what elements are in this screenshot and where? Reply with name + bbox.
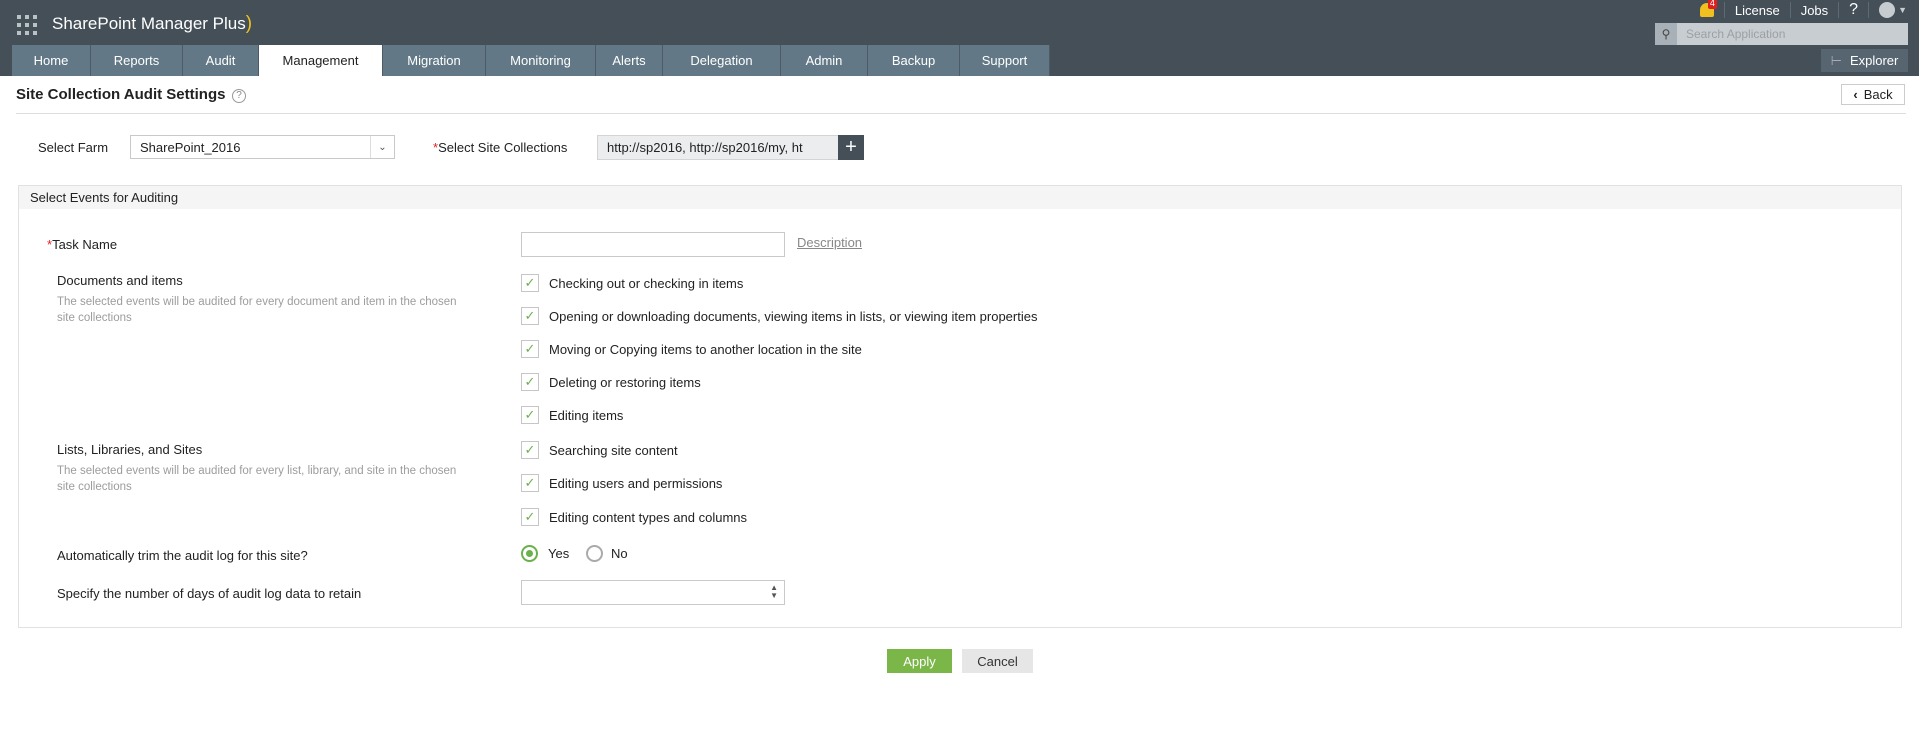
site-collections-label: *Select Site Collections — [433, 140, 567, 155]
checkbox[interactable]: ✓ — [521, 508, 539, 526]
checkbox[interactable]: ✓ — [521, 307, 539, 325]
tab-support[interactable]: Support — [960, 45, 1050, 76]
help-icon[interactable]: ? — [232, 89, 246, 103]
cancel-button[interactable]: Cancel — [962, 649, 1033, 673]
farm-label: Select Farm — [38, 140, 109, 155]
event-label: Editing content types and columns — [549, 510, 748, 525]
page-title: Site Collection Audit Settings — [16, 86, 226, 103]
spinner-arrows-icon[interactable]: ▲ ▼ — [770, 584, 778, 600]
tree-icon: ⊢ — [1830, 52, 1842, 68]
tab-management[interactable]: Management — [259, 45, 383, 76]
checkbox[interactable]: ✓ — [521, 373, 539, 391]
checkbox[interactable]: ✓ — [521, 340, 539, 358]
section-title: Select Events for Auditing — [19, 186, 1901, 209]
notification-badge: 4 — [1707, 0, 1717, 9]
app-logo[interactable]: SharePoint Manager Plus) — [52, 13, 252, 35]
farm-value: SharePoint_2016 — [140, 139, 241, 155]
task-name-input[interactable] — [521, 232, 785, 257]
task-name-label: *Task Name — [47, 237, 117, 252]
event-label: Opening or downloading documents, viewin… — [549, 309, 1038, 324]
event-label: Editing users and permissions — [549, 476, 723, 491]
user-avatar-icon[interactable] — [1879, 2, 1896, 18]
group-description: The selected events will be audited for … — [57, 296, 457, 324]
jobs-link[interactable]: Jobs — [1801, 3, 1828, 18]
trim-yes-label: Yes — [548, 546, 570, 561]
retain-days-input[interactable]: ▲ ▼ — [521, 580, 785, 605]
event-label: Editing items — [549, 408, 624, 423]
search-placeholder: Search Application — [1686, 27, 1786, 41]
site-collections-label-text: Select Site Collections — [438, 140, 568, 155]
back-label: Back — [1863, 87, 1893, 102]
tab-alerts[interactable]: Alerts — [596, 45, 663, 76]
event-label: Moving or Copying items to another locat… — [549, 342, 862, 357]
farm-select[interactable]: SharePoint_2016 ⌄ — [130, 135, 395, 159]
tab-monitoring[interactable]: Monitoring — [486, 45, 596, 76]
checkbox[interactable]: ✓ — [521, 274, 539, 292]
checkbox[interactable]: ✓ — [521, 474, 539, 492]
tab-reports[interactable]: Reports — [91, 45, 183, 76]
event-label: Checking out or checking in items — [549, 276, 744, 291]
trim-label: Automatically trim the audit log for thi… — [57, 548, 308, 563]
bell-icon[interactable]: 4 — [1699, 0, 1717, 17]
explorer-button[interactable]: ⊢ Explorer — [1821, 49, 1908, 72]
app-title: SharePoint Manager Plus — [52, 14, 246, 33]
description-link[interactable]: Description — [797, 235, 862, 250]
tab-home[interactable]: Home — [12, 45, 91, 76]
tab-migration[interactable]: Migration — [383, 45, 486, 76]
event-label: Deleting or restoring items — [549, 375, 701, 390]
chevron-left-icon: ‹ — [1853, 87, 1858, 102]
apply-button[interactable]: Apply — [887, 649, 952, 673]
help-link[interactable]: ? — [1849, 1, 1858, 19]
tab-delegation[interactable]: Delegation — [663, 45, 781, 76]
trim-no-label: No — [611, 546, 628, 561]
trim-no-radio[interactable] — [586, 545, 603, 562]
add-site-collection-button[interactable]: + — [838, 135, 864, 160]
site-collections-value: http://sp2016, http://sp2016/my, ht — [607, 140, 803, 155]
trim-yes-radio[interactable] — [521, 545, 538, 562]
chevron-down-icon[interactable]: ▼ — [1898, 5, 1907, 15]
search-input[interactable]: ⚲ Search Application — [1655, 23, 1908, 45]
top-links: 4 License Jobs ? ▼ — [1699, 0, 1907, 20]
tab-audit[interactable]: Audit — [183, 45, 259, 76]
retain-days-label: Specify the number of days of audit log … — [57, 586, 362, 601]
back-button[interactable]: ‹ Back — [1841, 84, 1905, 105]
app-grid-icon[interactable] — [17, 15, 37, 35]
logo-arc-icon: ) — [245, 13, 253, 34]
main-tabs: Home Reports Audit Management Migration … — [12, 45, 1050, 76]
chevron-down-icon: ⌄ — [370, 136, 394, 158]
checkbox[interactable]: ✓ — [521, 406, 539, 424]
task-name-label-text: Task Name — [52, 237, 118, 252]
checkbox[interactable]: ✓ — [521, 441, 539, 459]
license-link[interactable]: License — [1735, 3, 1780, 18]
explorer-label: Explorer — [1849, 53, 1899, 68]
group-label: Documents and items — [57, 273, 183, 288]
tab-admin[interactable]: Admin — [781, 45, 868, 76]
group-description: The selected events will be audited for … — [57, 465, 457, 493]
search-icon: ⚲ — [1655, 23, 1677, 45]
site-collections-field[interactable]: http://sp2016, http://sp2016/my, ht — [597, 135, 864, 160]
group-label: Lists, Libraries, and Sites — [57, 442, 203, 457]
divider — [16, 113, 1906, 114]
tab-backup[interactable]: Backup — [868, 45, 960, 76]
event-label: Searching site content — [549, 443, 678, 458]
